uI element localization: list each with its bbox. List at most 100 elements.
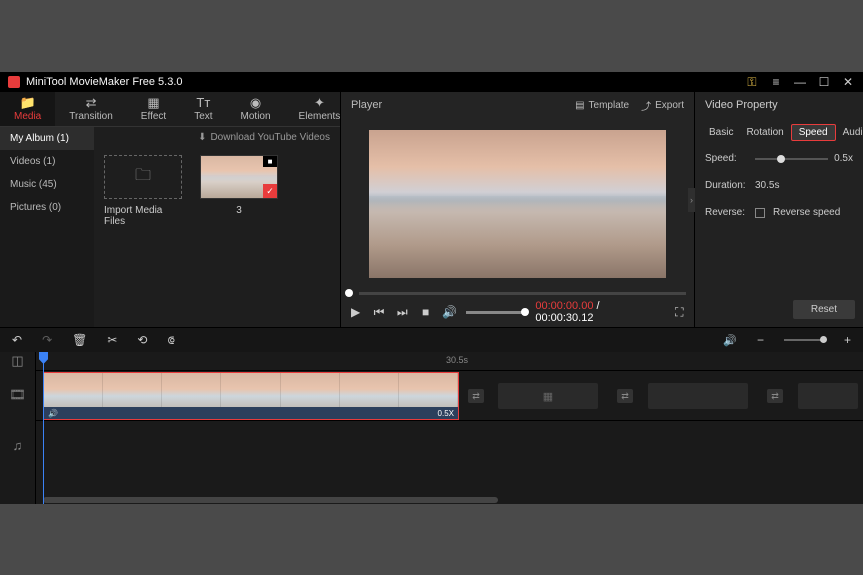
download-youtube-link[interactable]: ⬇Download YouTube Videos <box>94 127 340 147</box>
duration-label: Duration: <box>705 180 749 191</box>
tab-motion[interactable]: ◉Motion <box>227 92 285 126</box>
minimize-button[interactable]: — <box>793 75 807 89</box>
ruler-mark: 30.5s <box>446 355 468 365</box>
delete-button[interactable]: 🗑 <box>72 333 87 347</box>
redo-button[interactable]: ↷ <box>42 333 52 347</box>
folder-icon: 📁 <box>20 96 36 109</box>
transition-add-button[interactable]: ⇄ <box>767 389 783 403</box>
zoom-in-button[interactable]: + <box>844 333 851 347</box>
player-title: Player <box>351 99 563 111</box>
app-logo-icon <box>8 76 20 88</box>
close-button[interactable]: ✕ <box>841 75 855 89</box>
progress-handle[interactable] <box>345 289 353 297</box>
template-button[interactable]: ▤Template <box>575 100 629 111</box>
split-button[interactable]: ✂ <box>107 333 117 347</box>
prop-tab-basic[interactable]: Basic <box>703 124 739 141</box>
key-icon[interactable]: ⚿ <box>745 75 759 89</box>
import-media-button[interactable]: 🗀 <box>104 155 182 199</box>
effect-icon: ▦ <box>147 96 159 109</box>
clip-speed-badge: 0.5X <box>438 409 454 418</box>
added-check-icon: ✓ <box>263 184 277 198</box>
app-window: MiniTool MovieMaker Free 5.3.0 ⚿ ≡ — ☐ ✕… <box>0 72 863 504</box>
import-tile: 🗀 Import Media Files <box>104 155 182 319</box>
reverse-check-label: Reverse speed <box>773 207 840 218</box>
volume-slider[interactable] <box>466 311 525 314</box>
total-time: 00:00:30.12 <box>535 312 593 324</box>
speed-value: 0.5x <box>834 153 853 164</box>
prop-tab-audio[interactable]: Audio <box>837 124 863 141</box>
video-track[interactable]: 🔊 0.5X ⇄ ▦ ⇄ ⇄ <box>36 370 863 420</box>
audio-track[interactable] <box>36 420 863 456</box>
category-videos[interactable]: Videos (1) <box>0 150 94 173</box>
category-pictures[interactable]: Pictures (0) <box>0 196 94 219</box>
folder-icon: 🗀 <box>135 164 151 191</box>
title-bar: MiniTool MovieMaker Free 5.3.0 ⚿ ≡ — ☐ ✕ <box>0 72 863 92</box>
duration-value: 30.5s <box>755 180 779 191</box>
playhead[interactable] <box>43 352 44 504</box>
rotate-button[interactable]: ⟲ <box>137 333 147 347</box>
prev-frame-button[interactable]: ⏮ <box>372 305 385 320</box>
clip-slot[interactable] <box>648 383 748 409</box>
library-panel: 📁Media ⇄Transition ▦Effect TтText ◉Motio… <box>0 92 340 327</box>
video-icon: ■ <box>263 156 277 167</box>
motion-icon: ◉ <box>250 96 261 109</box>
tab-text[interactable]: TтText <box>180 92 226 126</box>
clip-volume-icon: 🔊 <box>48 409 58 418</box>
category-my-album[interactable]: My Album (1) <box>0 127 94 150</box>
import-label: Import Media Files <box>104 205 182 227</box>
property-panel: › Video Property Basic Rotation Speed Au… <box>695 92 863 327</box>
player-panel: Player ▤Template ⤴Export ▶ ⏮ ⏭ ■ 🔊 00:00… <box>340 92 695 327</box>
collapse-panel-button[interactable]: › <box>688 188 695 212</box>
zoom-slider[interactable] <box>784 339 824 341</box>
timeline-scrollbar[interactable] <box>43 497 498 503</box>
elements-icon: ✦ <box>314 96 325 109</box>
zoom-out-button[interactable]: − <box>757 333 764 347</box>
volume-icon[interactable]: 🔊 <box>442 305 456 319</box>
maximize-button[interactable]: ☐ <box>817 75 831 89</box>
property-title: Video Property <box>695 92 863 118</box>
crop-button[interactable]: ⟃ <box>167 333 174 348</box>
time-display: 00:00:00.00 / 00:00:30.12 <box>535 300 654 324</box>
stop-button[interactable]: ■ <box>419 305 432 319</box>
menu-icon[interactable]: ≡ <box>769 75 783 89</box>
transition-add-button[interactable]: ⇄ <box>468 389 484 403</box>
tab-media[interactable]: 📁Media <box>0 92 55 126</box>
transition-icon: ⇄ <box>86 96 97 109</box>
library-tabs: 📁Media ⇄Transition ▦Effect TтText ◉Motio… <box>0 92 340 127</box>
reset-button[interactable]: Reset <box>793 300 855 319</box>
undo-button[interactable]: ↶ <box>12 333 22 347</box>
play-button[interactable]: ▶ <box>349 305 362 319</box>
timeline-ruler[interactable]: 30.5s <box>36 352 863 370</box>
video-preview <box>369 130 666 278</box>
fullscreen-button[interactable]: ⛶ <box>673 305 686 320</box>
clip-slot[interactable] <box>798 383 858 409</box>
prop-tab-speed[interactable]: Speed <box>791 124 836 141</box>
media-tile: ■ ✓ 3 <box>200 155 278 319</box>
clip-slot[interactable]: ▦ <box>498 383 598 409</box>
speed-label: Speed: <box>705 153 749 164</box>
video-clip[interactable]: 🔊 0.5X <box>43 372 459 420</box>
category-list: My Album (1) Videos (1) Music (45) Pictu… <box>0 127 94 327</box>
prop-tab-rotation[interactable]: Rotation <box>740 124 789 141</box>
current-time: 00:00:00.00 <box>535 300 593 312</box>
speed-slider[interactable] <box>755 158 828 160</box>
tab-transition[interactable]: ⇄Transition <box>55 92 127 126</box>
text-icon: Tт <box>196 96 210 109</box>
video-track-icon[interactable]: 🎞 <box>0 370 35 420</box>
category-music[interactable]: Music (45) <box>0 173 94 196</box>
timeline-volume-icon[interactable]: 🔊 <box>723 334 737 347</box>
audio-track-icon[interactable]: ♫ <box>0 420 35 470</box>
snap-toggle-icon[interactable]: ◫ <box>0 352 35 370</box>
media-thumbnail[interactable]: ■ ✓ <box>200 155 278 199</box>
export-button[interactable]: ⤴Export <box>641 98 684 113</box>
export-icon: ⤴ <box>641 98 651 113</box>
next-frame-button[interactable]: ⏭ <box>396 305 409 320</box>
tab-effect[interactable]: ▦Effect <box>127 92 180 126</box>
template-icon: ▤ <box>575 100 584 111</box>
app-title: MiniTool MovieMaker Free 5.3.0 <box>26 76 745 88</box>
reverse-checkbox[interactable] <box>755 208 765 218</box>
transition-add-button[interactable]: ⇄ <box>617 389 633 403</box>
media-label: 3 <box>236 205 242 216</box>
reverse-label: Reverse: <box>705 207 749 218</box>
progress-bar[interactable] <box>359 292 686 295</box>
